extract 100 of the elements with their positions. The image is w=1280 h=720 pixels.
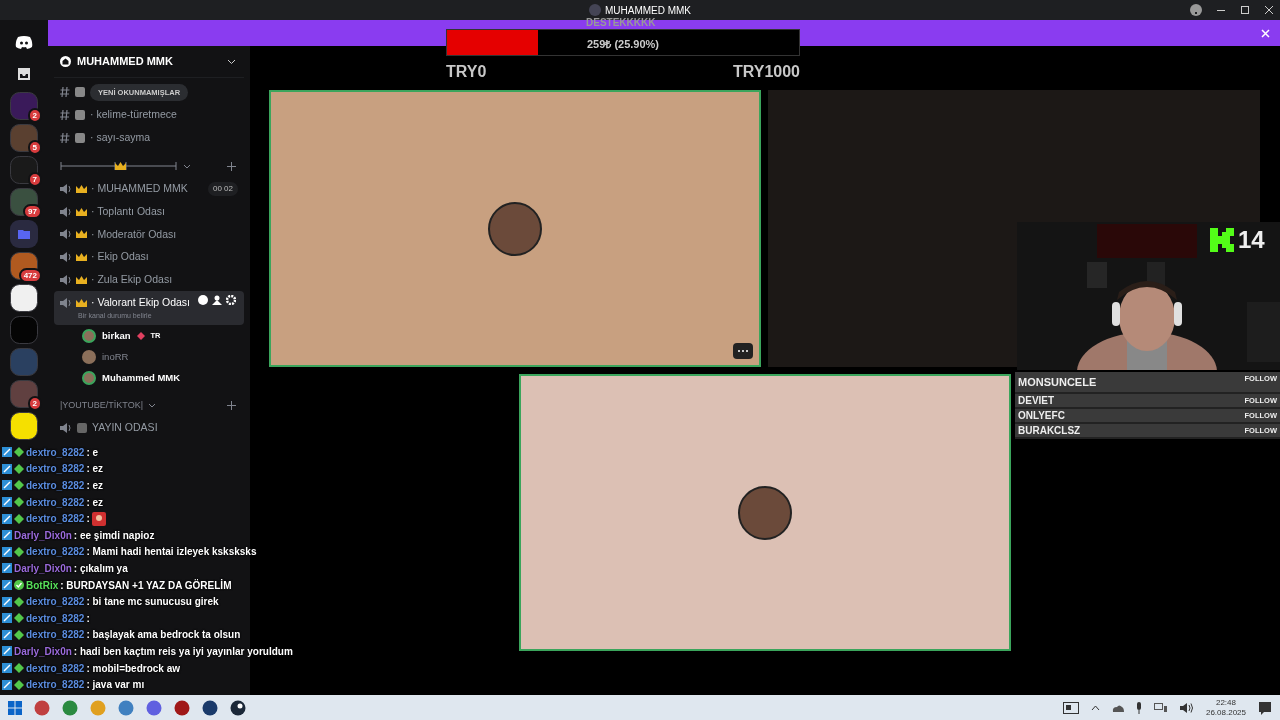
moderator-badge-icon bbox=[2, 646, 12, 657]
chat-message: : bbox=[86, 611, 90, 626]
crown-icon bbox=[76, 252, 87, 263]
server-icon[interactable] bbox=[10, 284, 38, 312]
cloud-icon[interactable] bbox=[1111, 703, 1124, 712]
channel-name: · Toplantı Odası bbox=[91, 203, 165, 219]
goal-amount: 259₺ (25.90%) bbox=[585, 37, 660, 52]
user-avatar[interactable] bbox=[488, 201, 542, 256]
news-icon[interactable] bbox=[1062, 701, 1079, 714]
chat-username: dextro_8282 bbox=[26, 512, 85, 527]
server-icon[interactable] bbox=[10, 188, 38, 216]
chat-username: Darly_Dix0n bbox=[14, 644, 72, 659]
moderator-badge-icon bbox=[2, 580, 12, 591]
server-name[interactable]: MUHAMMED MMK bbox=[77, 53, 173, 70]
channel-name: · MUHAMMED MMK bbox=[91, 181, 188, 197]
windows-logo-icon[interactable] bbox=[8, 700, 22, 715]
viewer-count: 14 bbox=[1238, 225, 1265, 255]
user-avatar[interactable] bbox=[82, 328, 96, 343]
unread-count: 472 bbox=[18, 268, 42, 283]
moderator-badge-icon bbox=[2, 563, 12, 574]
diamond-badge-icon bbox=[14, 629, 24, 640]
network-icon[interactable] bbox=[1153, 702, 1168, 713]
server-icon[interactable] bbox=[10, 412, 38, 440]
chevron-icon[interactable] bbox=[148, 403, 157, 409]
chat-username: dextro_8282 bbox=[26, 595, 85, 610]
chat-username: Darly_Dix0n bbox=[14, 561, 72, 576]
voice-channel[interactable]: · MUHAMMED MMK 00 02 bbox=[54, 177, 244, 201]
goal-title: DESTEKKKKK bbox=[586, 16, 656, 30]
server-icon[interactable] bbox=[10, 124, 38, 152]
chevron-icon[interactable] bbox=[183, 163, 191, 169]
voice-channel[interactable]: · Toplantı Odası bbox=[54, 200, 244, 224]
user-limit-counter: 00 02 bbox=[207, 182, 238, 197]
channel-name: · Moderatör Odası bbox=[91, 226, 177, 242]
volume-icon[interactable] bbox=[1179, 701, 1194, 714]
inbox-icon[interactable] bbox=[18, 68, 30, 80]
moderator-badge-icon bbox=[2, 513, 12, 524]
follower-name: ONLYEFC bbox=[1018, 409, 1065, 423]
speaker-icon bbox=[60, 297, 72, 310]
user-avatar[interactable] bbox=[82, 349, 96, 364]
channel-emoji-icon bbox=[77, 423, 87, 434]
settings-icon[interactable] bbox=[226, 295, 236, 306]
crown-icon bbox=[76, 298, 87, 309]
member-name[interactable]: Muhammed MMK bbox=[102, 370, 181, 385]
voice-channel[interactable]: · Zula Ekip Odası bbox=[54, 268, 244, 292]
crown-icon bbox=[76, 184, 87, 195]
hash-icon bbox=[60, 131, 70, 144]
moderator-badge-icon bbox=[2, 596, 12, 607]
voice-channel[interactable]: · Ekip Odası bbox=[54, 245, 244, 269]
category-name[interactable]: |YOUTUBE/TİKTOK| bbox=[60, 398, 144, 413]
moderator-badge-icon bbox=[2, 546, 12, 557]
channel-name: · Zula Ekip Odası bbox=[91, 271, 173, 287]
home-icon bbox=[60, 56, 71, 67]
channel-name[interactable]: YAYIN ODASI bbox=[92, 420, 158, 437]
plus-icon[interactable] bbox=[227, 161, 236, 171]
follower-name: DEVIET bbox=[1018, 394, 1055, 408]
diamond-badge-icon bbox=[14, 596, 24, 607]
more-button[interactable] bbox=[733, 343, 753, 359]
discord-logo-icon[interactable] bbox=[15, 35, 33, 49]
chat-message: : Mami hadi hentai izleyek ksksksks bbox=[86, 545, 257, 560]
diamond-badge-icon bbox=[14, 546, 24, 557]
chat-message: : ez bbox=[86, 479, 104, 493]
moderator-badge-icon bbox=[2, 613, 12, 624]
help-icon[interactable] bbox=[1190, 4, 1202, 16]
member-name[interactable]: inoRR bbox=[102, 349, 129, 364]
channel-name: · Ekip Odası bbox=[91, 249, 149, 265]
moderator-badge-icon bbox=[2, 663, 12, 673]
chat-username: dextro_8282 bbox=[26, 462, 85, 477]
diamond-badge-icon bbox=[14, 497, 24, 508]
chevron-up-icon[interactable] bbox=[1090, 704, 1100, 711]
hash-icon bbox=[60, 109, 70, 122]
tag-icon bbox=[136, 331, 145, 340]
diamond-badge-icon bbox=[14, 447, 24, 458]
chevron-icon[interactable] bbox=[227, 58, 236, 65]
speaker-icon bbox=[60, 183, 72, 196]
moderator-badge-icon bbox=[2, 497, 12, 508]
channel-emoji-icon bbox=[75, 110, 85, 121]
steam-icon[interactable] bbox=[230, 699, 246, 716]
close-icon[interactable] bbox=[1264, 5, 1274, 15]
crown-icon bbox=[76, 206, 87, 217]
avatar-icon bbox=[588, 4, 601, 16]
server-folder-icon[interactable] bbox=[10, 220, 38, 248]
maximize-icon[interactable] bbox=[1240, 5, 1250, 15]
chat-username: BotRix bbox=[26, 578, 59, 593]
microphone-icon[interactable] bbox=[1135, 701, 1142, 714]
moderator-badge-icon bbox=[2, 463, 12, 474]
plus-icon[interactable] bbox=[227, 401, 236, 411]
chat-message: : ee şimdi napioz bbox=[73, 528, 155, 543]
voice-channel[interactable]: · Moderatör Odası bbox=[54, 223, 244, 246]
user-avatar[interactable] bbox=[82, 370, 96, 385]
chat-username: dextro_8282 bbox=[26, 678, 85, 693]
diamond-badge-icon bbox=[14, 679, 24, 690]
channel-name[interactable]: · sayı-sayma bbox=[90, 129, 151, 146]
member-name[interactable]: birkan bbox=[102, 328, 131, 343]
speaker-icon bbox=[60, 422, 72, 435]
speaker-icon bbox=[60, 251, 72, 264]
channel-name[interactable]: · kelime-türetmece bbox=[90, 107, 177, 123]
chat-username: dextro_8282 bbox=[26, 495, 85, 510]
add-member-icon[interactable] bbox=[212, 295, 222, 306]
chat-username: dextro_8282 bbox=[26, 611, 85, 626]
notification-icon[interactable] bbox=[1258, 700, 1272, 715]
